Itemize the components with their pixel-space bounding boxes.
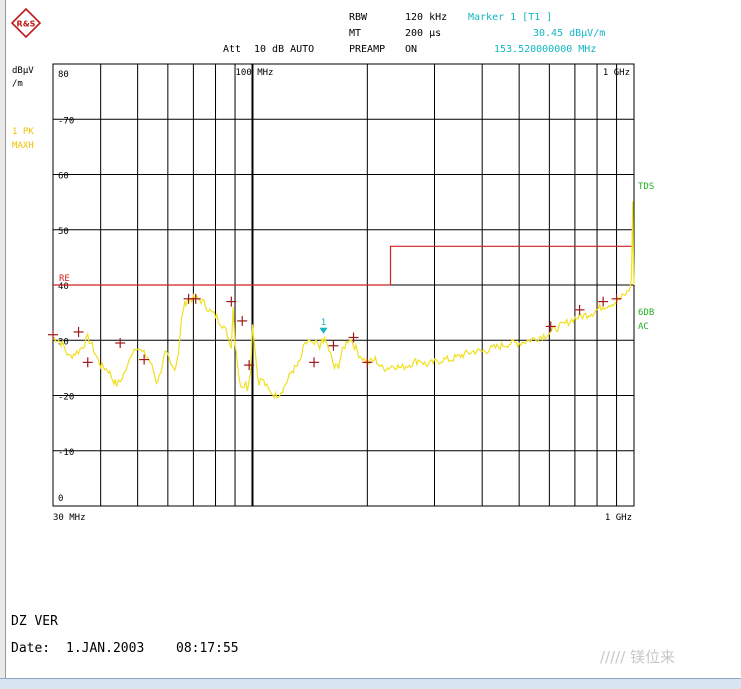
peak-marker (237, 315, 248, 326)
side-label-left: 1 PK (12, 127, 34, 137)
date-value: 1.JAN.2003 (66, 641, 145, 656)
peak-marker (48, 329, 58, 340)
peak-marker (115, 338, 126, 349)
side-label-left: MAXH (12, 141, 34, 151)
peak-marker (611, 293, 622, 304)
side-label-right: TDS (638, 182, 654, 192)
limit-line-label: RE (59, 274, 70, 284)
peak-marker (574, 304, 585, 315)
peak-marker (139, 354, 150, 365)
trace-line (52, 201, 635, 400)
x-tick-label-top: 100 MHz (236, 68, 274, 78)
y-tick-label: -10 (58, 448, 74, 458)
y-tick-label: 60 (58, 172, 69, 182)
side-label-right: AC (638, 322, 649, 332)
date-label: Date: (11, 641, 51, 656)
y-tick-label: 50 (58, 227, 69, 237)
y-tick-label: -70 (58, 116, 74, 126)
window-bottom-bar (0, 678, 741, 689)
x-tick-label-bottom: 1 GHz (605, 513, 632, 523)
y-tick-label: 0 (58, 494, 63, 504)
watermark: ///// 镁位来 (600, 648, 676, 666)
time-value: 08:17:55 (176, 641, 239, 656)
y-axis-label: /m (12, 79, 23, 89)
side-label-right: 6DB (638, 308, 654, 318)
peak-marker (309, 357, 320, 368)
peak-marker (73, 326, 84, 337)
current-marker-triangle (319, 327, 328, 334)
y-axis-label: dBµV (12, 66, 34, 76)
peak-marker (545, 321, 556, 332)
spectrum-chart: 0-10-2030405060-7080 100 MHz 1 GHz30 MHz 1 … (12, 63, 654, 523)
peak-marker (348, 332, 359, 343)
peak-marker (328, 340, 339, 351)
screen-title: DZ VER (11, 614, 58, 629)
current-marker-label: 1 (321, 318, 326, 328)
x-tick-label-bottom: 30 MHz (53, 513, 86, 523)
peak-marker (82, 357, 93, 368)
y-tick-label: 80 (58, 70, 69, 80)
y-tick-label: -20 (58, 393, 74, 403)
limit-line (53, 245, 634, 286)
x-tick-label-top: 1 GHz (603, 68, 630, 78)
